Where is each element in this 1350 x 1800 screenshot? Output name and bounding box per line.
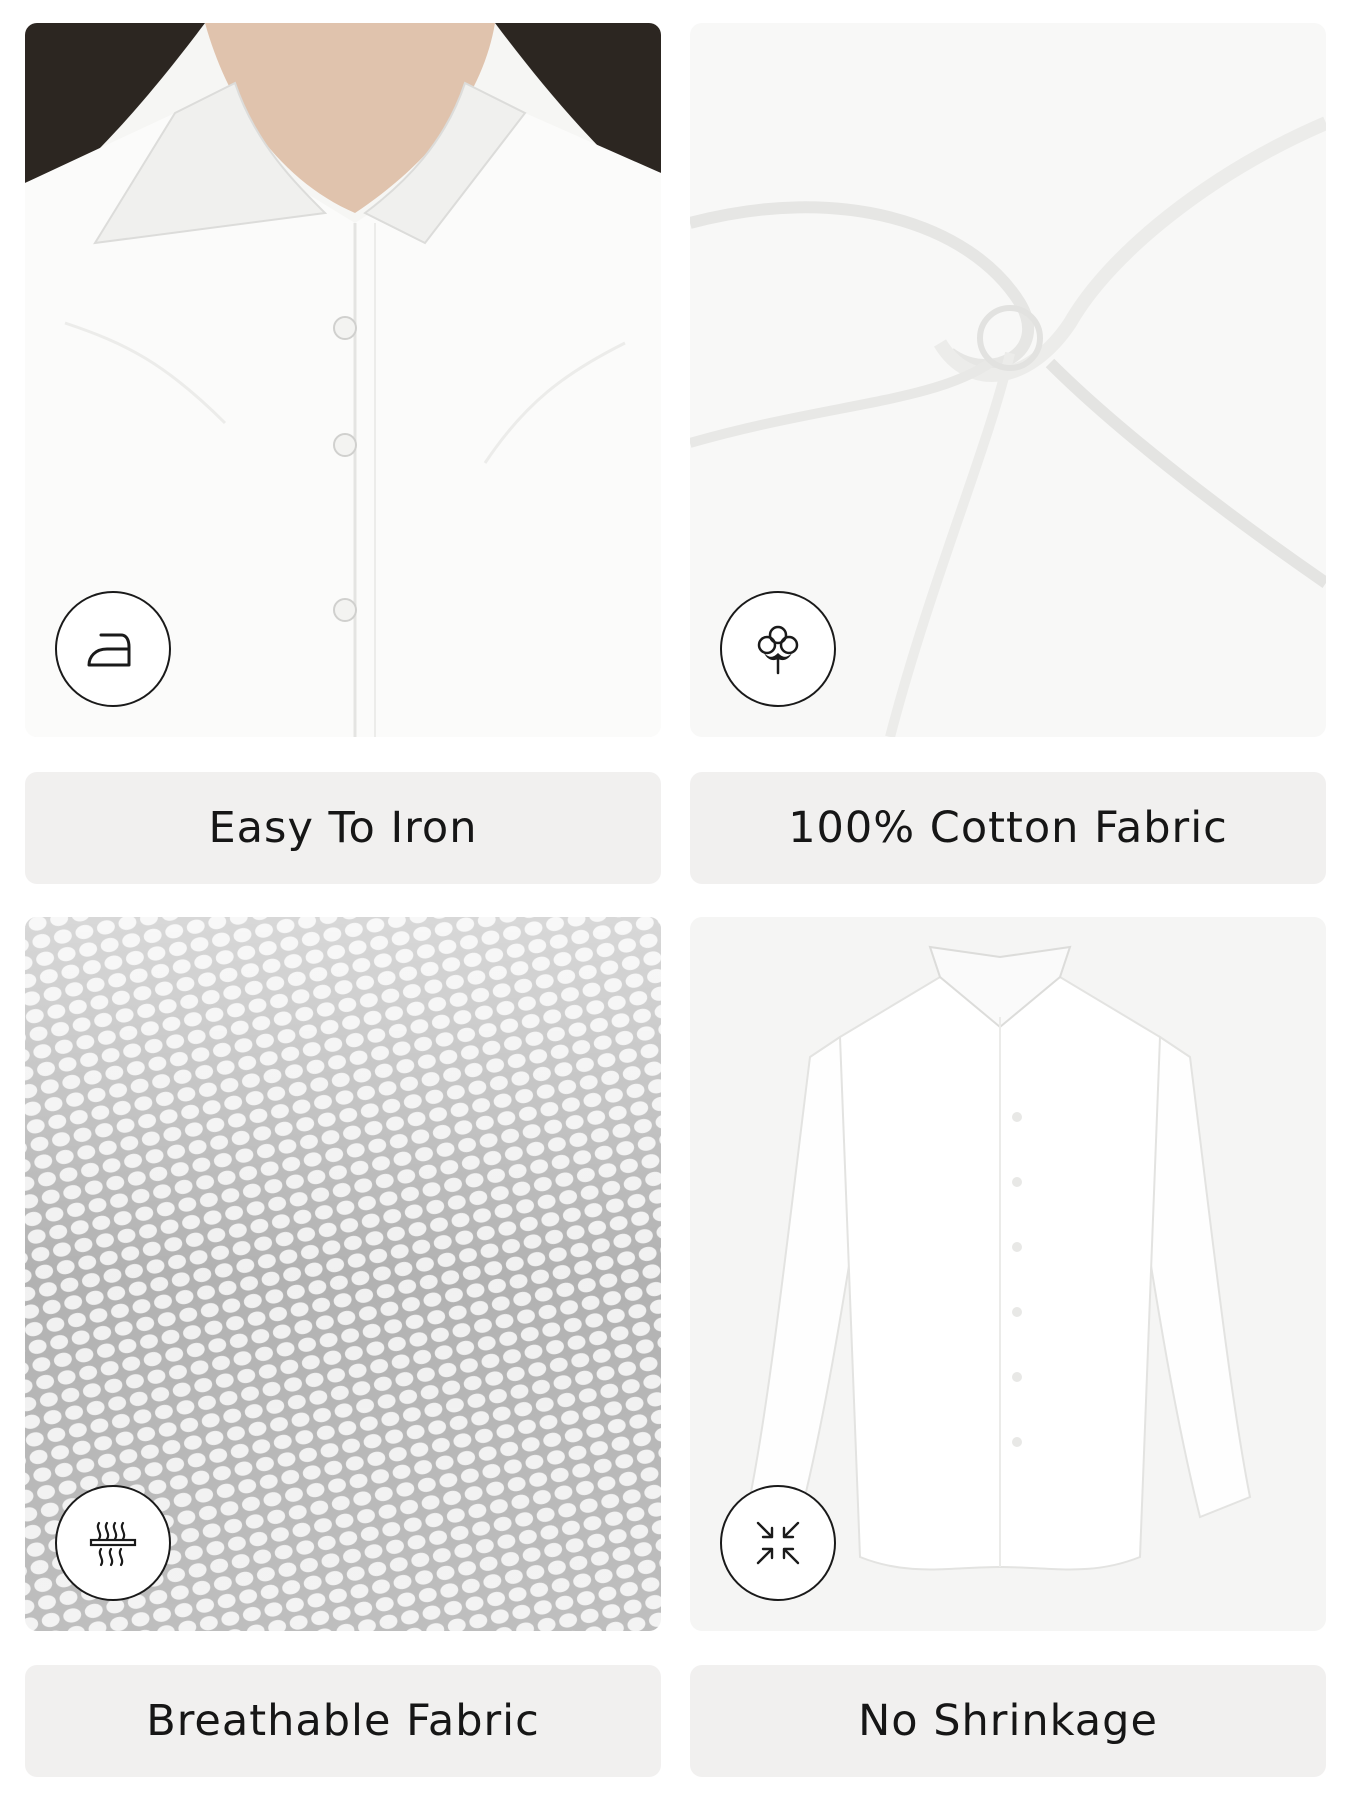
feature-label-cotton-fabric: 100% Cotton Fabric [690, 772, 1326, 884]
iron-icon [87, 633, 131, 667]
feature-label-breathable-fabric: Breathable Fabric [25, 1665, 661, 1777]
cotton-icon-badge [720, 591, 836, 707]
no-shrink-icon-badge [720, 1485, 836, 1601]
breathable-icon-badge [55, 1485, 171, 1601]
iron-icon-badge [55, 591, 171, 707]
feature-image-breathable-fabric [25, 917, 661, 1631]
breathable-airflow-icon [89, 1521, 137, 1567]
cotton-flower-icon [757, 625, 799, 675]
no-shrink-arrows-icon [756, 1521, 800, 1565]
feature-image-model-shirt [25, 23, 661, 737]
feature-label-easy-to-iron: Easy To Iron [25, 772, 661, 884]
feature-label-no-shrinkage: No Shrinkage [690, 1665, 1326, 1777]
feature-image-cotton-fabric [690, 23, 1326, 737]
feature-image-no-shrinkage [690, 917, 1326, 1631]
